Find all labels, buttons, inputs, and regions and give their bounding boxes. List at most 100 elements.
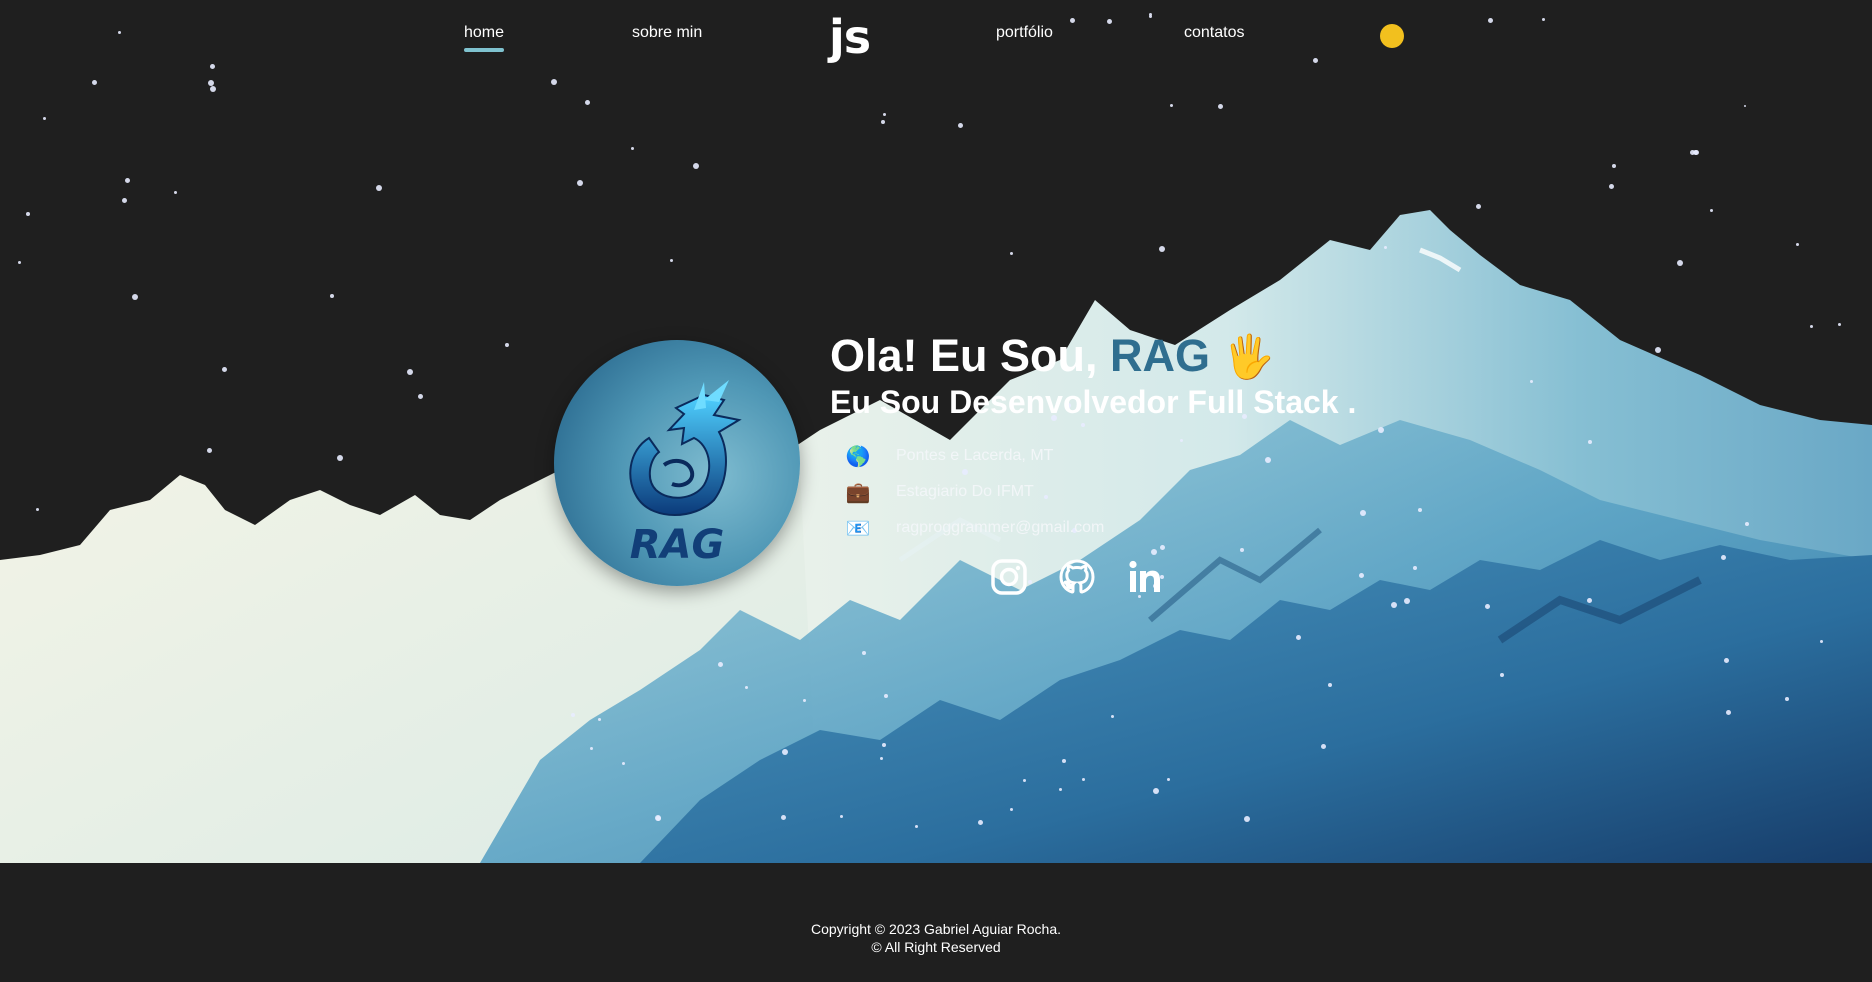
- star: [132, 294, 138, 300]
- star: [1321, 744, 1326, 749]
- briefcase-icon: 💼: [845, 481, 871, 504]
- star: [1785, 697, 1789, 701]
- job-text: Estagiario Do IFMT: [896, 483, 1034, 500]
- star: [222, 367, 227, 372]
- star: [1384, 246, 1387, 249]
- star: [1360, 510, 1366, 516]
- star: [1044, 495, 1048, 499]
- star: [577, 180, 583, 186]
- waving-hand-icon: 🖐: [1222, 333, 1275, 380]
- star: [1328, 683, 1332, 687]
- nav-contatos[interactable]: contatos: [1184, 24, 1244, 42]
- star: [1059, 788, 1062, 791]
- theme-toggle-sun-icon[interactable]: [1380, 24, 1404, 48]
- star: [880, 757, 883, 760]
- star: [622, 762, 625, 765]
- linkedin-icon[interactable]: [1126, 558, 1164, 596]
- location-text: Pontes e Lacerda, MT: [896, 447, 1054, 464]
- star: [881, 120, 885, 124]
- star: [693, 163, 699, 169]
- star: [631, 147, 634, 150]
- star: [1159, 246, 1165, 252]
- star: [1010, 252, 1013, 255]
- avatar-text: RAG: [630, 522, 725, 568]
- star: [1612, 164, 1616, 168]
- star: [1170, 104, 1173, 107]
- nav-portfolio[interactable]: portfólio: [996, 24, 1053, 42]
- star: [1081, 423, 1085, 427]
- star: [1721, 555, 1726, 560]
- star: [36, 508, 39, 511]
- star: [883, 113, 886, 116]
- star: [1693, 150, 1698, 155]
- star: [1180, 439, 1183, 442]
- star: [43, 117, 46, 120]
- main-nav: home sobre min js portfólio contatos: [0, 0, 1872, 70]
- info-job: 💼 Estagiario Do IFMT: [844, 479, 1034, 505]
- social-links: [990, 558, 1164, 596]
- star: [1838, 323, 1841, 326]
- star: [1153, 788, 1159, 794]
- star: [1710, 209, 1713, 212]
- github-icon[interactable]: [1058, 558, 1096, 596]
- star: [1413, 566, 1417, 570]
- star: [376, 185, 382, 191]
- star: [1378, 427, 1384, 433]
- star: [670, 259, 673, 262]
- instagram-icon[interactable]: [990, 558, 1028, 596]
- star: [1476, 204, 1481, 209]
- hero-headline: Ola! Eu Sou, RAG 🖐: [830, 330, 1275, 382]
- star: [1265, 457, 1271, 463]
- star: [884, 694, 888, 698]
- hero-subtitle: Eu Sou Desenvolvedor Full Stack .: [830, 384, 1357, 420]
- info-location: 🌎 Pontes e Lacerda, MT: [844, 443, 1054, 469]
- nav-home[interactable]: home: [464, 24, 505, 52]
- star: [585, 100, 590, 105]
- star: [1218, 104, 1223, 109]
- star: [915, 825, 918, 828]
- star: [26, 212, 30, 216]
- star: [1062, 759, 1066, 763]
- greeting-text: Ola! Eu Sou,: [830, 330, 1111, 381]
- nav-sobre-min[interactable]: sobre min: [632, 24, 702, 42]
- star: [1296, 635, 1301, 640]
- star: [1240, 548, 1244, 552]
- star: [1167, 778, 1170, 781]
- star: [590, 747, 593, 750]
- star: [598, 718, 601, 721]
- star: [210, 86, 216, 92]
- star: [1726, 710, 1731, 715]
- star: [1820, 640, 1823, 643]
- star: [1588, 440, 1592, 444]
- star: [958, 123, 963, 128]
- star: [718, 662, 723, 667]
- star: [122, 198, 127, 203]
- globe-icon: 🌎: [845, 445, 871, 468]
- star: [125, 178, 130, 183]
- star: [962, 469, 968, 475]
- star: [1404, 598, 1410, 604]
- logo[interactable]: js: [829, 10, 871, 64]
- star: [1485, 604, 1490, 609]
- star: [745, 686, 748, 689]
- star: [1745, 522, 1749, 526]
- avatar: RAG: [554, 340, 800, 586]
- star: [1677, 260, 1683, 266]
- star: [656, 816, 661, 821]
- hero-name: RAG: [1110, 330, 1211, 381]
- star: [92, 80, 97, 85]
- star: [1023, 779, 1026, 782]
- star: [1244, 816, 1250, 822]
- info-email: 📧 ragproggrammer@gmail.com: [844, 515, 1105, 541]
- star: [1151, 549, 1157, 555]
- email-icon: 📧: [845, 517, 871, 540]
- star: [18, 261, 21, 264]
- star: [1082, 778, 1085, 781]
- star: [781, 815, 786, 820]
- star: [407, 369, 413, 375]
- star: [551, 79, 557, 85]
- star: [505, 343, 509, 347]
- star: [978, 820, 983, 825]
- star: [1655, 347, 1661, 353]
- star: [571, 713, 575, 717]
